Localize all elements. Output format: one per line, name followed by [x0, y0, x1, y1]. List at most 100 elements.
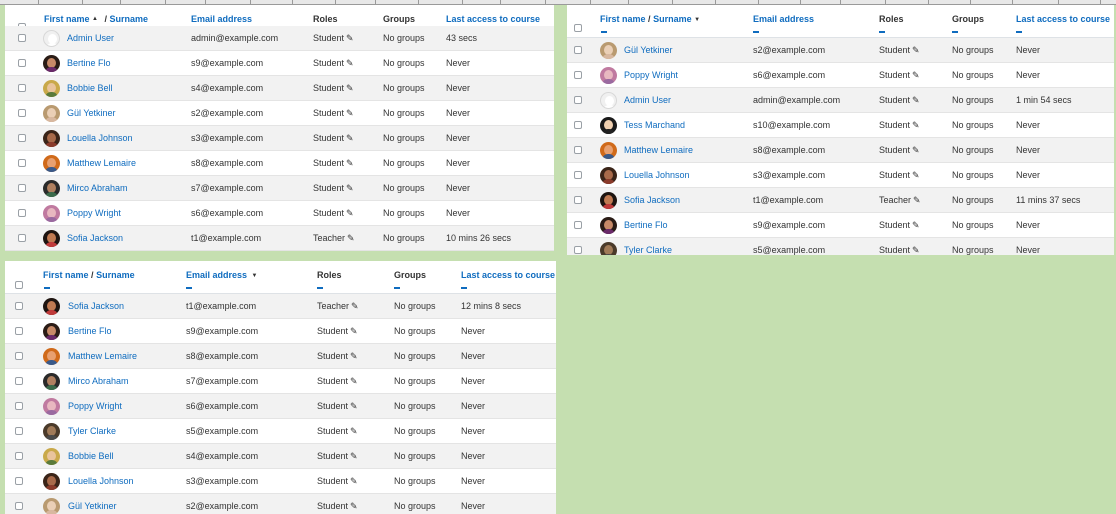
edit-role-pencil-icon[interactable]: ✎: [912, 220, 920, 230]
user-name-link[interactable]: Sofia Jackson: [67, 226, 123, 250]
sort-firstname-link[interactable]: First name: [600, 14, 646, 24]
edit-role-pencil-icon[interactable]: ✎: [346, 33, 354, 43]
row-select-checkbox[interactable]: [18, 84, 26, 92]
edit-role-pencil-icon[interactable]: ✎: [912, 145, 920, 155]
edit-role-pencil-icon[interactable]: ✎: [346, 83, 354, 93]
user-name-link[interactable]: Louella Johnson: [68, 469, 134, 493]
edit-role-pencil-icon[interactable]: ✎: [346, 183, 354, 193]
sort-firstname-link[interactable]: First name: [44, 14, 90, 24]
sort-email-link[interactable]: Email address: [191, 14, 252, 24]
user-name-link[interactable]: Matthew Lemaire: [67, 151, 136, 175]
row-select-checkbox[interactable]: [574, 171, 582, 179]
user-name-link[interactable]: Bobbie Bell: [67, 76, 113, 100]
row-select-checkbox[interactable]: [18, 59, 26, 67]
edit-role-pencil-icon[interactable]: ✎: [347, 233, 355, 243]
collapse-groups-icon[interactable]: [952, 31, 958, 33]
user-name-link[interactable]: Poppy Wright: [624, 63, 678, 87]
sort-surname-link[interactable]: Surname: [653, 14, 692, 24]
row-select-checkbox[interactable]: [574, 96, 582, 104]
row-select-checkbox[interactable]: [15, 352, 23, 360]
edit-role-pencil-icon[interactable]: ✎: [346, 58, 354, 68]
edit-role-pencil-icon[interactable]: ✎: [351, 301, 359, 311]
user-name-link[interactable]: Admin User: [67, 26, 114, 50]
row-select-checkbox[interactable]: [18, 184, 26, 192]
user-name-link[interactable]: Matthew Lemaire: [68, 344, 137, 368]
edit-role-pencil-icon[interactable]: ✎: [912, 245, 920, 255]
row-select-checkbox[interactable]: [18, 209, 26, 217]
edit-role-pencil-icon[interactable]: ✎: [350, 476, 358, 486]
user-name-link[interactable]: Tess Marchand: [624, 113, 685, 137]
row-select-checkbox[interactable]: [18, 134, 26, 142]
edit-role-pencil-icon[interactable]: ✎: [912, 45, 920, 55]
edit-role-pencil-icon[interactable]: ✎: [912, 70, 920, 80]
collapse-roles-icon[interactable]: [879, 31, 885, 33]
collapse-firstname-icon[interactable]: [601, 31, 607, 33]
sort-lastaccess-link[interactable]: Last access to course: [446, 14, 540, 24]
user-name-link[interactable]: Louella Johnson: [67, 126, 133, 150]
edit-role-pencil-icon[interactable]: ✎: [350, 451, 358, 461]
user-name-link[interactable]: Gül Yetkiner: [624, 38, 673, 62]
row-select-checkbox[interactable]: [574, 146, 582, 154]
collapse-lastaccess-icon[interactable]: [461, 287, 467, 289]
edit-role-pencil-icon[interactable]: ✎: [912, 120, 920, 130]
user-name-link[interactable]: Matthew Lemaire: [624, 138, 693, 162]
sort-email-link[interactable]: Email address: [186, 270, 247, 280]
user-name-link[interactable]: Gül Yetkiner: [67, 101, 116, 125]
user-name-link[interactable]: Sofia Jackson: [624, 188, 680, 212]
row-select-checkbox[interactable]: [574, 71, 582, 79]
user-name-link[interactable]: Bertine Flo: [624, 213, 668, 237]
sort-surname-link[interactable]: Surname: [96, 270, 135, 280]
row-select-checkbox[interactable]: [574, 196, 582, 204]
row-select-checkbox[interactable]: [18, 34, 26, 42]
edit-role-pencil-icon[interactable]: ✎: [913, 195, 921, 205]
select-all-checkbox[interactable]: [574, 24, 582, 32]
row-select-checkbox[interactable]: [18, 109, 26, 117]
row-select-checkbox[interactable]: [15, 302, 23, 310]
user-name-link[interactable]: Louella Johnson: [624, 163, 690, 187]
row-select-checkbox[interactable]: [574, 221, 582, 229]
row-select-checkbox[interactable]: [15, 327, 23, 335]
edit-role-pencil-icon[interactable]: ✎: [346, 133, 354, 143]
collapse-roles-icon[interactable]: [317, 287, 323, 289]
row-select-checkbox[interactable]: [574, 246, 582, 254]
edit-role-pencil-icon[interactable]: ✎: [346, 208, 354, 218]
row-select-checkbox[interactable]: [15, 452, 23, 460]
edit-role-pencil-icon[interactable]: ✎: [346, 158, 354, 168]
row-select-checkbox[interactable]: [574, 46, 582, 54]
user-name-link[interactable]: Bertine Flo: [68, 319, 112, 343]
collapse-groups-icon[interactable]: [394, 287, 400, 289]
edit-role-pencil-icon[interactable]: ✎: [912, 170, 920, 180]
user-name-link[interactable]: Mirco Abraham: [68, 369, 129, 393]
row-select-checkbox[interactable]: [15, 377, 23, 385]
row-select-checkbox[interactable]: [15, 502, 23, 510]
row-select-checkbox[interactable]: [18, 234, 26, 242]
sort-email-link[interactable]: Email address: [753, 14, 814, 24]
row-select-checkbox[interactable]: [18, 159, 26, 167]
user-name-link[interactable]: Tyler Clarke: [624, 238, 672, 255]
user-name-link[interactable]: Sofia Jackson: [68, 294, 124, 318]
collapse-firstname-icon[interactable]: [44, 287, 50, 289]
sort-surname-link[interactable]: Surname: [110, 14, 149, 24]
user-name-link[interactable]: Bobbie Bell: [68, 444, 114, 468]
user-name-link[interactable]: Tyler Clarke: [68, 419, 116, 443]
sort-lastaccess-link[interactable]: Last access to course: [461, 270, 555, 280]
collapse-email-icon[interactable]: [186, 287, 192, 289]
row-select-checkbox[interactable]: [574, 121, 582, 129]
row-select-checkbox[interactable]: [15, 427, 23, 435]
edit-role-pencil-icon[interactable]: ✎: [350, 376, 358, 386]
edit-role-pencil-icon[interactable]: ✎: [350, 426, 358, 436]
row-select-checkbox[interactable]: [15, 477, 23, 485]
row-select-checkbox[interactable]: [15, 402, 23, 410]
sort-lastaccess-link[interactable]: Last access to course: [1016, 14, 1110, 24]
edit-role-pencil-icon[interactable]: ✎: [346, 108, 354, 118]
user-name-link[interactable]: Bertine Flo: [67, 51, 111, 75]
user-name-link[interactable]: Poppy Wright: [68, 394, 122, 418]
edit-role-pencil-icon[interactable]: ✎: [350, 501, 358, 511]
sort-firstname-link[interactable]: First name: [43, 270, 89, 280]
user-name-link[interactable]: Poppy Wright: [67, 201, 121, 225]
user-name-link[interactable]: Gül Yetkiner: [68, 494, 117, 514]
select-all-checkbox[interactable]: [15, 281, 23, 289]
user-name-link[interactable]: Admin User: [624, 88, 671, 112]
edit-role-pencil-icon[interactable]: ✎: [350, 326, 358, 336]
user-name-link[interactable]: Mirco Abraham: [67, 176, 128, 200]
